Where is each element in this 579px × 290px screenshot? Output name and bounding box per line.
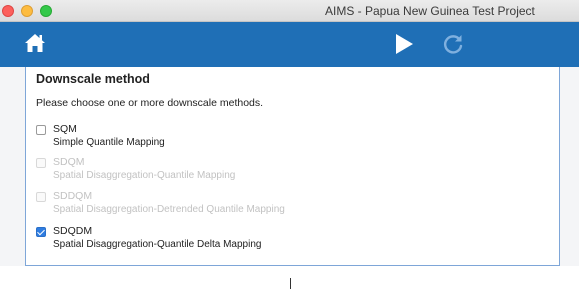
- option-sdqdm[interactable]: SDQDM Spatial Disaggregation-Quantile De…: [36, 224, 536, 254]
- text-cursor: [290, 278, 291, 289]
- home-icon: [25, 34, 45, 52]
- minimize-window-button[interactable]: [21, 5, 33, 17]
- option-description: Spatial Disaggregation-Quantile Delta Ma…: [53, 239, 262, 250]
- home-button[interactable]: [22, 30, 48, 56]
- sdqm-checkbox: [36, 158, 46, 168]
- instructions-text: Please choose one or more downscale meth…: [36, 97, 264, 109]
- option-code: SDQM: [53, 156, 85, 168]
- downscale-method-panel: Downscale method Please choose one or mo…: [25, 67, 560, 266]
- app-window: AIMS - Papua New Guinea Test Project Dow…: [0, 0, 579, 290]
- option-sddqm: SDDQM Spatial Disaggregation-Detrended Q…: [36, 189, 536, 219]
- play-icon: [396, 34, 413, 54]
- option-description: Simple Quantile Mapping: [53, 137, 165, 148]
- option-description: Spatial Disaggregation-Detrended Quantil…: [53, 204, 285, 215]
- option-code: SDDQM: [53, 190, 93, 202]
- option-code: SDQDM: [53, 225, 93, 237]
- option-code: SQM: [53, 123, 77, 135]
- option-sdqm: SDQM Spatial Disaggregation-Quantile Map…: [36, 155, 536, 185]
- run-button[interactable]: [391, 31, 417, 57]
- title-bar: AIMS - Papua New Guinea Test Project: [0, 0, 579, 22]
- refresh-icon: [443, 35, 463, 54]
- sdqdm-checkbox[interactable]: [36, 227, 46, 237]
- section-title: Downscale method: [36, 72, 150, 86]
- sddqm-checkbox: [36, 192, 46, 202]
- window-title: AIMS - Papua New Guinea Test Project: [325, 4, 535, 18]
- close-window-button[interactable]: [2, 5, 14, 17]
- refresh-button[interactable]: [440, 31, 466, 57]
- option-sqm[interactable]: SQM Simple Quantile Mapping: [36, 122, 536, 152]
- option-description: Spatial Disaggregation-Quantile Mapping: [53, 170, 236, 181]
- sqm-checkbox[interactable]: [36, 125, 46, 135]
- toolbar: [0, 22, 579, 67]
- bottom-area: [0, 266, 579, 290]
- maximize-window-button[interactable]: [40, 5, 52, 17]
